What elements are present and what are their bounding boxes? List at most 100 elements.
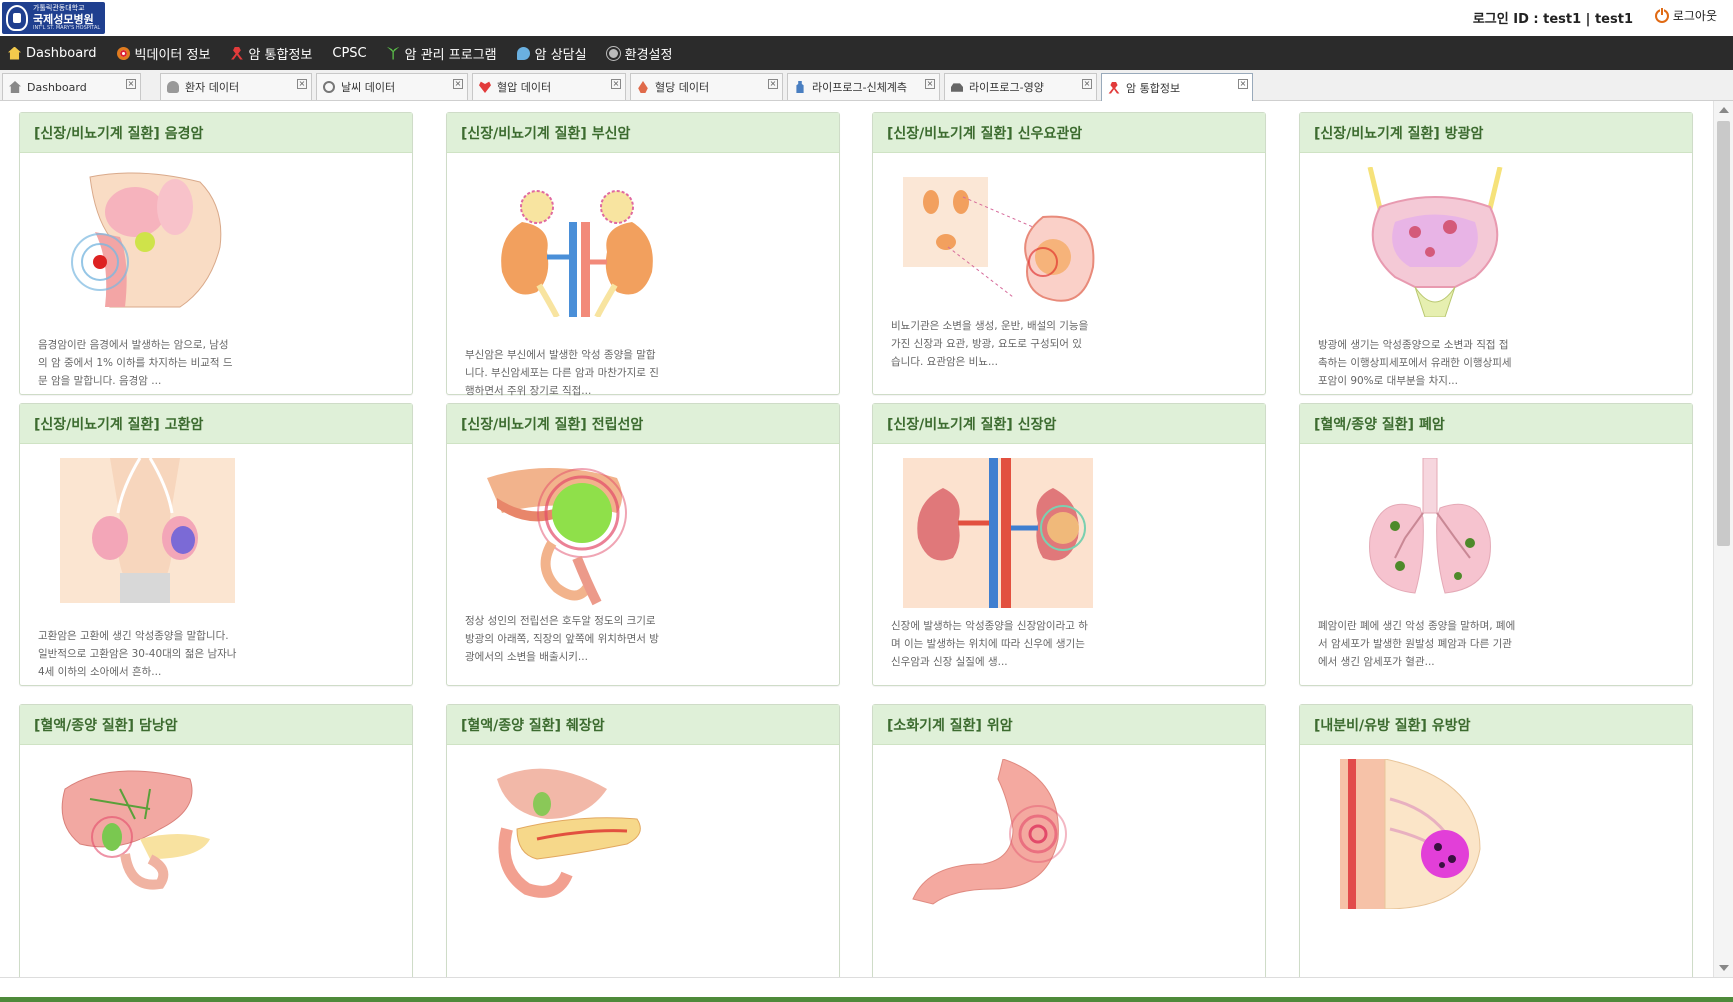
car-icon [951,83,963,92]
card-description: 비뇨기관은 소변을 생성, 운반, 배설의 기능을 가진 신장과 요관, 방광,… [891,320,1089,368]
cancer-card-penile[interactable]: [신장/비뇨기계 질환] 음경암 음경암이란 음경에서 발생하는 암으로, 남성… [19,112,413,395]
menu-label: 빅데이터 정보 [134,47,211,63]
tab-label: 혈압 데이터 [497,81,552,94]
bottle-icon [796,81,804,93]
card-title: [혈액/종양 질환] 췌장암 [447,705,839,745]
tab-lifelog-body[interactable]: 라이프로그-신체계측 × [787,73,940,100]
close-icon[interactable]: × [453,79,463,89]
tab-label: 라이프로그-영양 [969,81,1044,94]
tab-label: 혈당 데이터 [655,81,710,94]
card-description: 부신암은 부신에서 발생한 악성 종양을 말합니다. 부신암세포는 다른 암과 … [465,349,659,397]
cancer-card-stomach[interactable]: [소화기계 질환] 위암 [872,704,1266,977]
logo-line1: 가톨릭관동대학교 [33,4,85,12]
testicle-anatomy-illustration [60,458,235,603]
menu-label: 암 상담실 [534,47,587,63]
penile-anatomy-illustration [71,172,222,308]
cancer-card-prostate[interactable]: [신장/비뇨기계 질환] 전립선암 정상 성인의 전립선은 호두알 정도의 크기… [446,403,840,686]
bladder-anatomy-illustration [1367,167,1503,317]
card-title: [신장/비뇨기계 질환] 음경암 [20,113,412,153]
close-icon[interactable]: × [1082,79,1092,89]
tab-label: 암 통합정보 [1126,81,1181,95]
close-icon[interactable]: × [126,79,136,89]
lung-anatomy-illustration [1369,458,1491,594]
target-icon [116,46,130,60]
card-title: [소화기계 질환] 위암 [873,705,1265,745]
kidney-anatomy-illustration [903,458,1093,608]
card-description: 방광에 생기는 악성종양으로 소변과 직접 접촉하는 이행상피세포에서 유래한 … [1318,339,1512,387]
drop-icon [638,81,648,93]
menu-item-consult[interactable]: 암 상담실 [516,44,587,63]
scroll-down-arrow-icon[interactable] [1719,965,1729,971]
menu-item-cpsc[interactable]: CPSC [332,46,366,61]
close-icon[interactable]: × [611,79,621,89]
card-title: [신장/비뇨기계 질환] 고환암 [20,404,412,444]
menu-item-settings[interactable]: 환경설정 [606,44,673,63]
menu-item-bigdata[interactable]: 빅데이터 정보 [116,44,211,63]
menu-label: CPSC [332,45,367,61]
cancer-card-pancreatic[interactable]: [혈액/종양 질환] 췌장암 [446,704,840,977]
cancer-card-ureteral[interactable]: [신장/비뇨기계 질환] 신우요관암 비뇨기관은 소변을 생성, 운반, 배설의… [872,112,1266,395]
menu-label: 암 통합정보 [248,47,313,63]
card-description: 음경암이란 음경에서 발생하는 암으로, 남성의 암 중에서 1% 이하를 차지… [38,339,233,387]
heart-icon [479,81,491,93]
close-icon[interactable]: × [1238,79,1248,89]
logout-button[interactable]: 로그아웃 [1654,7,1717,24]
tab-lifelog-nutrition[interactable]: 라이프로그-영양 × [944,73,1097,100]
tab-label: Dashboard [27,80,87,94]
pancreas-anatomy-illustration [497,768,641,898]
card-title: [신장/비뇨기계 질환] 신우요관암 [873,113,1265,153]
tab-cancer-info[interactable]: 암 통합정보 × [1101,73,1253,101]
cancer-card-gallbladder[interactable]: [혈액/종양 질환] 담낭암 [19,704,413,977]
sprout-icon [386,46,400,60]
cancer-card-testicular[interactable]: [신장/비뇨기계 질환] 고환암 고환암은 고환에 생긴 악성종양을 말합니다.… [19,403,413,686]
card-title: [신장/비뇨기계 질환] 신장암 [873,404,1265,444]
card-title: [혈액/종양 질환] 담낭암 [20,705,412,745]
card-description: 신장에 발생하는 악성종양을 신장암이라고 하며 이는 발생하는 위치에 따라 … [891,620,1088,668]
cancer-card-kidney[interactable]: [신장/비뇨기계 질환] 신장암 신장에 발생하는 악성종양을 신장암이라고 하… [872,403,1266,686]
card-title: [내분비/유방 질환] 유방암 [1300,705,1692,745]
close-icon[interactable]: × [297,79,307,89]
ureter-anatomy-illustration [903,177,1095,302]
tab-patient-data[interactable]: 환자 데이터 × [160,73,312,100]
card-title: [혈액/종양 질환] 폐암 [1300,404,1692,444]
home-icon [8,46,21,60]
tab-weather-data[interactable]: 날씨 데이터 × [316,73,468,100]
tab-bar: Dashboard × 환자 데이터 × 날씨 데이터 × 혈압 데이터 × 혈… [0,70,1733,101]
card-title: [신장/비뇨기계 질환] 부신암 [447,113,839,153]
logout-label: 로그아웃 [1672,9,1717,23]
footer-bar [0,977,1733,1002]
scroll-up-arrow-icon[interactable] [1719,107,1729,113]
tab-blood-pressure-data[interactable]: 혈압 데이터 × [472,73,626,100]
stomach-anatomy-illustration [912,759,1067,905]
menu-item-cancer-info[interactable]: 암 통합정보 [230,44,312,63]
vertical-scrollbar[interactable] [1713,101,1733,977]
cancer-card-bladder[interactable]: [신장/비뇨기계 질환] 방광암 방광에 생기는 악성종양으로 소변과 직접 접… [1299,112,1693,395]
tab-blood-sugar-data[interactable]: 혈당 데이터 × [630,73,783,100]
close-icon[interactable]: × [925,79,935,89]
ribbon-icon [231,46,243,60]
card-title: [신장/비뇨기계 질환] 전립선암 [447,404,839,444]
scrollbar-thumb[interactable] [1717,121,1730,546]
cancer-card-adrenal[interactable]: [신장/비뇨기계 질환] 부신암 부신암은 부신에서 발생한 악성 종양을 말합… [446,112,840,397]
card-description: 고환암은 고환에 생긴 악성종양을 말합니다. 일반적으로 고환암은 30-40… [38,630,237,678]
power-icon [1654,7,1669,23]
menu-label: 암 관리 프로그램 [404,47,497,63]
cancer-card-lung[interactable]: [혈액/종양 질환] 폐암 폐암이란 폐에 생긴 악성 종양을 말하며, 폐에서… [1299,403,1693,686]
card-description: 정상 성인의 전립선은 호두알 정도의 크기로 방광의 아래쪽, 직장의 앞쪽에… [465,615,659,663]
menu-item-dashboard[interactable]: Dashboard [8,46,97,61]
prostate-anatomy-illustration [487,468,627,606]
card-description: 폐암이란 폐에 생긴 악성 종양을 말하며, 폐에서 암세포가 발생한 원발성 … [1318,620,1516,668]
top-bar: 가톨릭관동대학교 국제성모병원 INT'L ST. MARY'S HOSPITA… [0,0,1733,36]
card-title: [신장/비뇨기계 질환] 방광암 [1300,113,1692,153]
close-icon[interactable]: × [768,79,778,89]
tab-label: 날씨 데이터 [341,81,396,94]
tab-dashboard[interactable]: Dashboard × [2,73,141,100]
cancer-card-breast[interactable]: [내분비/유방 질환] 유방암 [1299,704,1693,977]
hospital-logo[interactable]: 가톨릭관동대학교 국제성모병원 INT'L ST. MARY'S HOSPITA… [2,2,105,34]
breast-anatomy-illustration [1340,759,1481,909]
tab-label: 라이프로그-신체계측 [812,81,908,94]
menu-item-cancer-program[interactable]: 암 관리 프로그램 [386,44,497,63]
logo-seal-icon [6,5,28,31]
menu-label: 환경설정 [624,47,673,63]
adrenal-anatomy-illustration [501,190,653,317]
